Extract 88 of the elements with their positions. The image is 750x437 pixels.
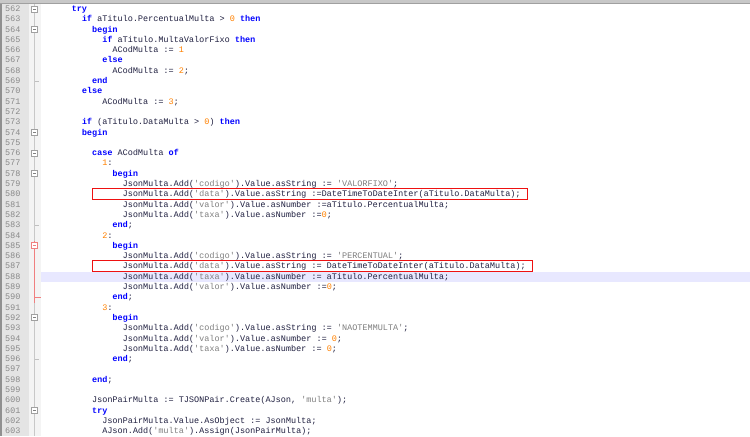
- code-line: if aTitulo.MultaValorFixo then: [102, 34, 256, 45]
- line-number: 598: [4, 374, 22, 385]
- code-line: 1:: [102, 158, 112, 168]
- line-number: 595: [4, 344, 22, 354]
- fold-minus-icon[interactable]: [31, 242, 38, 250]
- line-number: 587: [4, 261, 22, 272]
- code-line: begin: [112, 168, 138, 179]
- code-line: end;: [112, 354, 133, 364]
- line-number: 594: [4, 334, 22, 344]
- code-line: try: [92, 406, 108, 416]
- code-line: JsonMulta.Add('codigo').Value.asString := 'NAOTEMMULTA';: [122, 323, 408, 334]
- code-line: else: [102, 55, 123, 66]
- code-line: ACodMulta := 2;: [112, 66, 189, 76]
- code-line: JsonMulta.Add('taxa').Value.asNumber :=0;: [122, 210, 332, 220]
- code-line: begin: [112, 240, 138, 251]
- line-number: 586: [4, 251, 22, 262]
- line-number: 562: [4, 4, 22, 14]
- line-number: 592: [4, 312, 22, 324]
- code-line: JsonPairMulta := TJSONPair.Create(AJson, 'multa');: [92, 395, 348, 406]
- boxed-code-line: JsonMulta.Add('data').Value.asString := DateTimeToDateInter(aTitulo.DataMulta);: [92, 261, 532, 272]
- line-number: 572: [4, 106, 22, 118]
- line-number: 593: [4, 323, 22, 334]
- code-line: case ACodMulta of: [92, 148, 179, 158]
- line-number: 579: [4, 179, 22, 190]
- code-line: 3:: [102, 302, 112, 313]
- fold-minus-icon[interactable]: [31, 26, 38, 34]
- code-line: JsonMulta.Add('codigo').Value.asString := 'PERCENTUAL';: [122, 251, 404, 262]
- code-line: end;: [112, 220, 133, 230]
- line-number: 571: [4, 96, 22, 107]
- line-number: 569: [4, 76, 22, 86]
- code-line: AJson.Add('multa').Assign(JsonPairMulta);: [102, 426, 312, 436]
- line-number: 568: [4, 66, 22, 76]
- fold-minus-icon[interactable]: [31, 150, 38, 157]
- code-line: JsonMulta.Add('valor').Value.asNumber :=aTitulo.PercentualMulta;: [122, 200, 450, 210]
- code-line: JsonMulta.Add('valor').Value.asNumber :=0;: [122, 282, 337, 292]
- line-number: 564: [4, 24, 22, 35]
- line-number: 596: [4, 354, 22, 364]
- line-number: 589: [4, 282, 22, 292]
- line-number: 602: [4, 416, 22, 426]
- code-line: else: [82, 86, 102, 96]
- line-number: 566: [4, 45, 22, 56]
- line-number: 591: [4, 302, 22, 313]
- code-line: if aTitulo.PercentualMulta > 0 then: [82, 14, 260, 24]
- line-number: 565: [4, 34, 22, 46]
- fold-minus-icon[interactable]: [31, 314, 38, 322]
- line-number: 577: [4, 158, 22, 169]
- fold-minus-icon[interactable]: [31, 407, 38, 414]
- line-number: 600: [4, 395, 22, 406]
- line-number: 582: [4, 210, 22, 220]
- code-line: JsonMulta.Add('taxa').Value.asNumber := aTitulo.PercentualMulta;: [122, 272, 450, 282]
- line-number: 583: [4, 220, 22, 231]
- line-number: 588: [4, 272, 22, 282]
- code-line: end;: [92, 374, 112, 385]
- line-number: 575: [4, 138, 22, 148]
- code-line: JsonMulta.Add('valor').Value.asNumber := 0;: [122, 334, 342, 344]
- code-line: JsonMulta.Add('codigo').Value.asString := 'VALORFIXO';: [122, 179, 398, 190]
- line-number: 578: [4, 168, 22, 180]
- code-line: try: [72, 4, 87, 14]
- code-line: JsonMulta.Add('taxa').Value.asNumber := 0;: [122, 344, 337, 354]
- code-line: JsonPairMulta.Value.AsObject := JsonMulta;: [102, 416, 316, 426]
- line-number: 576: [4, 148, 22, 158]
- line-number: 597: [4, 364, 22, 375]
- line-number: 581: [4, 200, 22, 210]
- code-line: end: [92, 76, 108, 86]
- code-line: 2:: [102, 230, 112, 241]
- line-number: 567: [4, 55, 22, 66]
- code-line: ACodMulta := 3;: [102, 96, 179, 107]
- line-number: 570: [4, 86, 22, 97]
- line-number: 584: [4, 230, 22, 241]
- code-line: begin: [82, 128, 108, 138]
- line-number: 601: [4, 406, 22, 416]
- fold-minus-icon[interactable]: [31, 6, 38, 12]
- line-number: 563: [4, 14, 22, 25]
- line-number: 580: [4, 189, 22, 200]
- code-line: begin: [92, 24, 118, 35]
- boxed-code-line: JsonMulta.Add('data').Value.asString :=DateTimeToDateInter(aTitulo.DataMulta);: [92, 189, 527, 200]
- line-number: 574: [4, 128, 22, 138]
- fold-minus-icon[interactable]: [31, 170, 38, 178]
- line-number: 603: [4, 426, 22, 436]
- code-line: end;: [112, 292, 133, 302]
- code-line: if (aTitulo.DataMulta > 0) then: [82, 117, 240, 128]
- line-number: 573: [4, 117, 22, 128]
- code-line: ACodMulta := 1: [112, 45, 184, 56]
- line-number: 585: [4, 240, 22, 252]
- fold-minus-icon[interactable]: [31, 129, 38, 136]
- line-number: 590: [4, 292, 22, 303]
- line-number: 599: [4, 384, 22, 396]
- code-line: begin: [112, 312, 138, 323]
